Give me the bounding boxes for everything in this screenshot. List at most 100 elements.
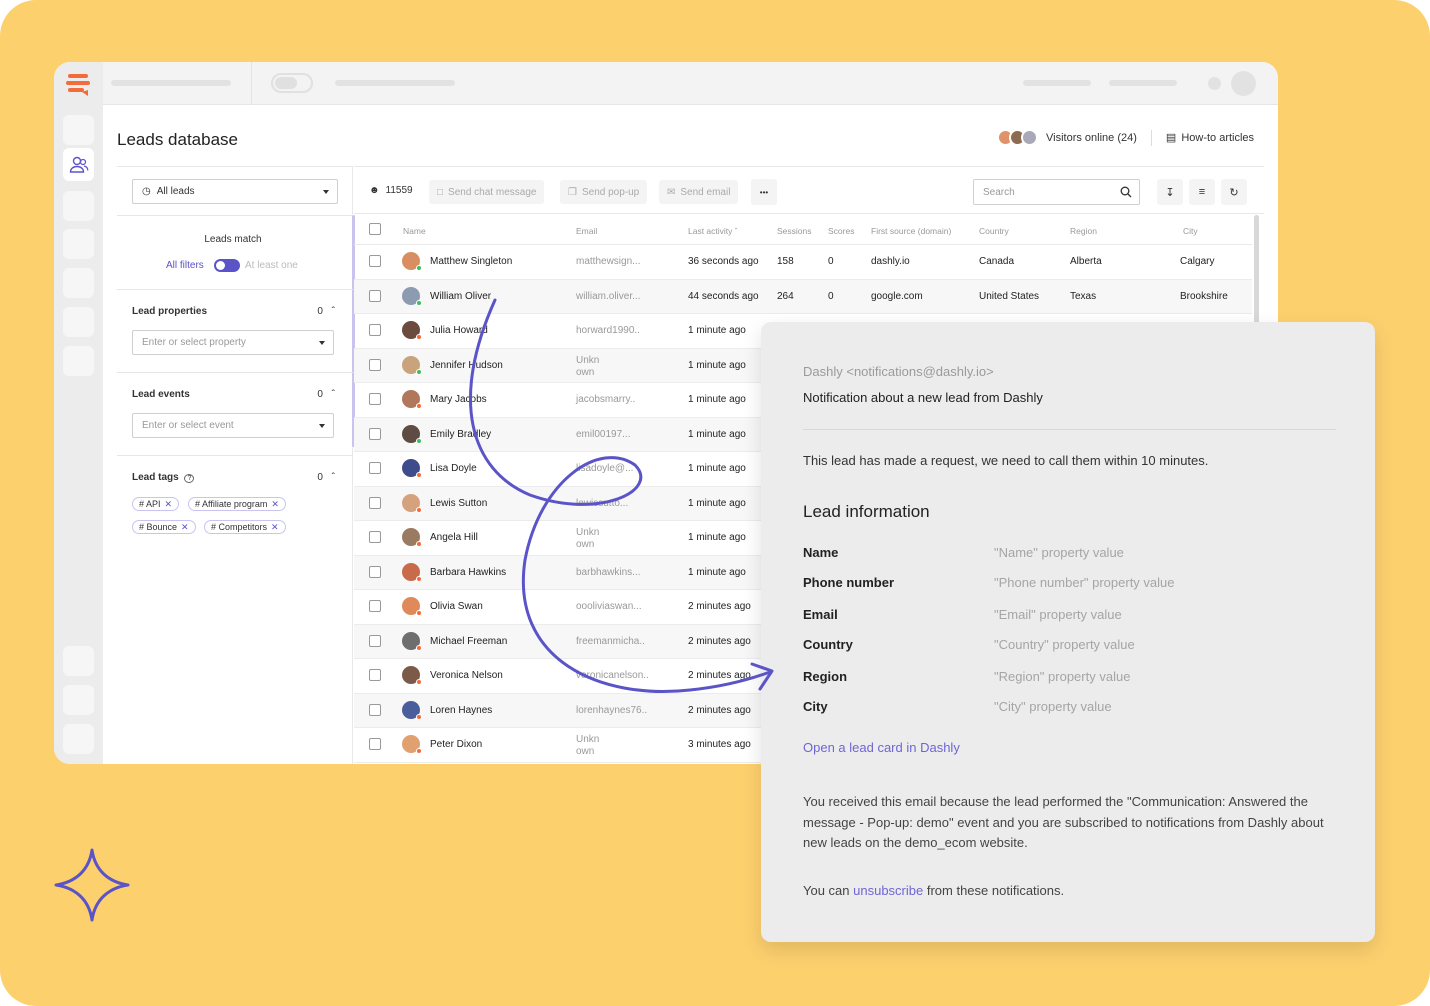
lead-tags-count[interactable]: 0 ˆ bbox=[317, 472, 335, 483]
rail-item[interactable] bbox=[63, 115, 94, 145]
cell-scores: 0 bbox=[828, 256, 834, 267]
status-dot bbox=[416, 265, 422, 271]
tag-chip[interactable]: # API ✕ bbox=[132, 497, 180, 511]
property-placeholder: Enter or select property bbox=[142, 337, 246, 348]
tag-chip[interactable]: # Competitors ✕ bbox=[204, 520, 286, 534]
row-checkbox[interactable] bbox=[369, 565, 381, 578]
help-icon[interactable]: ? bbox=[184, 474, 195, 483]
how-to-articles-link[interactable]: How-to articles bbox=[1181, 132, 1254, 144]
row-checkbox[interactable] bbox=[369, 255, 381, 267]
send-popup-button[interactable]: ❐ Send pop-up bbox=[560, 180, 648, 204]
column-first-source[interactable]: First source (domain) bbox=[871, 226, 951, 236]
cell-name[interactable]: Barbara Hawkins bbox=[430, 567, 506, 578]
close-icon[interactable]: ✕ bbox=[165, 499, 173, 510]
cell-name[interactable]: Lisa Doyle bbox=[430, 463, 477, 474]
columns-button[interactable]: ≡ bbox=[1189, 179, 1215, 205]
send-chat-message-button[interactable]: □ Send chat message bbox=[429, 180, 545, 204]
cell-name[interactable]: Lewis Sutton bbox=[430, 498, 487, 509]
cell-name[interactable]: Jennifer Hudson bbox=[430, 360, 503, 371]
row-checkbox[interactable] bbox=[369, 289, 381, 302]
at-least-one-option[interactable]: At least one bbox=[245, 260, 298, 271]
table-scrollbar[interactable] bbox=[1254, 215, 1259, 325]
search-input[interactable]: Search bbox=[973, 179, 1140, 205]
rail-item[interactable] bbox=[63, 268, 94, 298]
row-checkbox[interactable] bbox=[369, 600, 381, 612]
field-value: "Name" property value bbox=[994, 545, 1124, 560]
cell-name[interactable]: Peter Dixon bbox=[430, 739, 482, 750]
rail-item[interactable] bbox=[63, 191, 94, 221]
event-select[interactable]: Enter or select event bbox=[132, 413, 334, 438]
cell-email: Unkn own bbox=[576, 734, 600, 757]
more-actions-button[interactable]: ••• bbox=[751, 179, 777, 205]
segment-select[interactable]: ◷ All leads bbox=[132, 179, 338, 204]
email-request-text: This lead has made a request, we need to… bbox=[803, 453, 1209, 468]
close-icon[interactable]: ✕ bbox=[271, 522, 279, 533]
field-label: Phone number bbox=[803, 575, 895, 590]
row-checkbox[interactable] bbox=[369, 358, 381, 371]
rail-item[interactable] bbox=[63, 307, 94, 337]
row-checkbox[interactable] bbox=[369, 634, 381, 647]
download-button[interactable]: ↧ bbox=[1157, 179, 1183, 205]
row-checkbox[interactable] bbox=[369, 703, 381, 716]
rail-item[interactable] bbox=[63, 724, 94, 754]
rail-item[interactable] bbox=[63, 346, 94, 376]
table-row[interactable]: William Oliver william.oliver... 44 second… bbox=[354, 279, 1252, 314]
cell-name[interactable]: Loren Haynes bbox=[430, 705, 492, 716]
row-checkbox[interactable] bbox=[369, 427, 381, 440]
property-select[interactable]: Enter or select property bbox=[132, 330, 334, 355]
row-checkbox[interactable] bbox=[369, 531, 381, 543]
cell-name[interactable]: Michael Freeman bbox=[430, 636, 507, 647]
row-checkbox[interactable] bbox=[369, 462, 381, 474]
unsubscribe-link[interactable]: unsubscribe bbox=[853, 883, 923, 898]
lead-properties-count[interactable]: 0 ˆ bbox=[317, 306, 335, 317]
row-checkbox[interactable] bbox=[369, 669, 381, 681]
refresh-button[interactable]: ↻ bbox=[1221, 179, 1247, 205]
lead-events-count[interactable]: 0 ˆ bbox=[317, 389, 335, 400]
rail-item[interactable] bbox=[63, 229, 94, 259]
avatar-placeholder[interactable] bbox=[1231, 71, 1256, 96]
open-lead-card-link[interactable]: Open a lead card in Dashly bbox=[803, 740, 960, 755]
cell-email: oooliviaswan... bbox=[576, 601, 642, 612]
cell-name[interactable]: Veronica Nelson bbox=[430, 670, 503, 681]
cell-name[interactable]: Emily Bradley bbox=[430, 429, 491, 440]
column-city[interactable]: City bbox=[1183, 226, 1198, 236]
lead-information-title: Lead information bbox=[803, 502, 930, 521]
column-email[interactable]: Email bbox=[576, 226, 597, 236]
visitors-online[interactable]: Visitors online (24) ▤ How-to articles bbox=[997, 129, 1254, 146]
visitors-online-label: Visitors online (24) bbox=[1046, 131, 1137, 144]
rail-item-leads[interactable] bbox=[63, 148, 94, 181]
rail-item[interactable] bbox=[63, 646, 94, 676]
field-value: "Region" property value bbox=[994, 669, 1131, 684]
avatar bbox=[402, 321, 422, 340]
close-icon[interactable]: ✕ bbox=[181, 522, 189, 533]
table-row[interactable]: Matthew Singleton matthewsign... 36 second… bbox=[354, 245, 1252, 280]
cell-name[interactable]: Angela Hill bbox=[430, 532, 478, 543]
all-filters-option[interactable]: All filters bbox=[166, 260, 204, 271]
send-email-button[interactable]: ✉ Send email bbox=[659, 180, 739, 204]
select-all-checkbox[interactable] bbox=[369, 223, 381, 235]
cell-name[interactable]: William Oliver bbox=[430, 291, 491, 302]
column-name[interactable]: Name bbox=[403, 226, 426, 236]
cell-name[interactable]: Mary Jacobs bbox=[430, 394, 487, 405]
row-checkbox[interactable] bbox=[369, 496, 381, 509]
cell-email: emil00197... bbox=[576, 428, 631, 440]
cell-name[interactable]: Matthew Singleton bbox=[430, 256, 512, 267]
row-checkbox[interactable] bbox=[369, 738, 381, 750]
tag-chip[interactable]: # Bounce ✕ bbox=[132, 520, 196, 534]
cell-name[interactable]: Olivia Swan bbox=[430, 601, 483, 612]
column-last-activity[interactable]: Last activity ˇ bbox=[688, 226, 738, 236]
match-toggle[interactable] bbox=[214, 259, 240, 272]
cell-name[interactable]: Julia Howard bbox=[430, 325, 488, 336]
rail-item[interactable] bbox=[63, 685, 94, 715]
column-scores[interactable]: Scores bbox=[828, 226, 854, 236]
row-checkbox[interactable] bbox=[369, 324, 381, 336]
column-region[interactable]: Region bbox=[1070, 226, 1097, 236]
column-sessions[interactable]: Sessions bbox=[777, 226, 812, 236]
tag-chip[interactable]: # Affiliate program ✕ bbox=[188, 497, 286, 511]
close-icon[interactable]: ✕ bbox=[271, 499, 279, 510]
toggle-placeholder[interactable] bbox=[271, 73, 313, 93]
cell-email: freemanmicha.. bbox=[576, 635, 645, 647]
placeholder-bar bbox=[1023, 80, 1091, 86]
row-checkbox[interactable] bbox=[369, 393, 381, 405]
column-country[interactable]: Country bbox=[979, 226, 1009, 236]
